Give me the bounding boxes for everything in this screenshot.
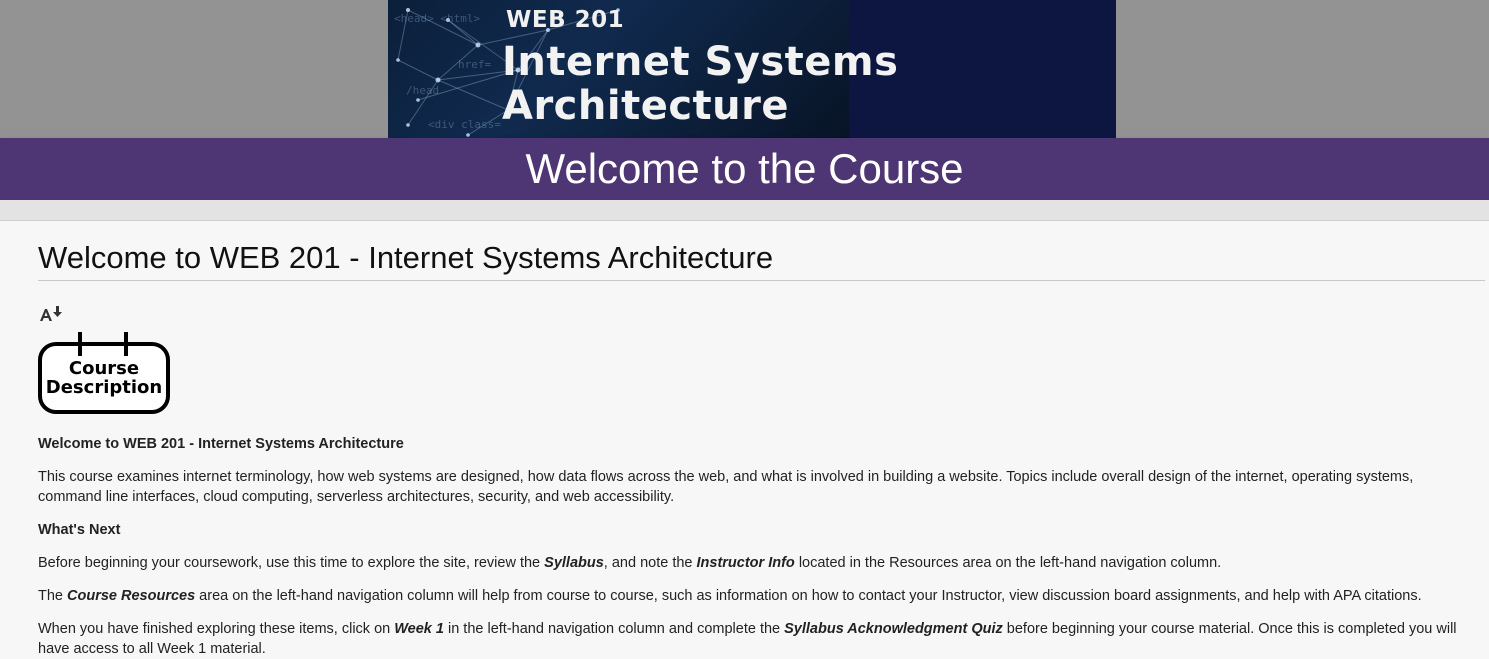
week1-paragraph: When you have finished exploring these i… <box>38 619 1468 659</box>
resources-paragraph: The Course Resources area on the left-ha… <box>38 586 1468 606</box>
banner-course-title: Internet Systems Architecture <box>502 40 898 128</box>
banner-title-line-1: Internet Systems <box>502 39 899 85</box>
badge-line-1: Course <box>69 358 139 379</box>
syllabus-quiz-emphasis: Syllabus Acknowledgment Quiz <box>784 621 1003 637</box>
page-title: Welcome to WEB 201 - Internet Systems Ar… <box>38 240 1485 281</box>
banner-code-decoration: <div class= <box>428 118 501 131</box>
course-resources-emphasis: Course Resources <box>67 588 196 604</box>
alternative-formats-icon[interactable] <box>38 305 64 323</box>
banner-course-code: WEB 201 <box>506 7 625 33</box>
week-1-emphasis: Week 1 <box>394 621 444 637</box>
banner-title-line-2: Architecture <box>502 83 789 129</box>
text-run: The <box>38 588 68 604</box>
banner-code-decoration: href= <box>458 58 492 71</box>
intro-heading: Welcome to WEB 201 - Internet Systems Ar… <box>38 436 404 452</box>
course-description-icon: Course Description <box>38 330 170 416</box>
course-banner: <head> <html> href= /head <div class= WE… <box>388 0 1116 138</box>
welcome-header-bar: Welcome to the Course <box>0 138 1489 200</box>
welcome-heading: Welcome to the Course <box>525 145 964 192</box>
badge-line-2: Description <box>46 377 162 398</box>
banner-code-decoration: <head> <html> <box>394 12 481 25</box>
course-description-body: Welcome to WEB 201 - Internet Systems Ar… <box>38 434 1468 659</box>
whats-next-heading: What's Next <box>38 522 121 538</box>
text-run: When you have finished exploring these i… <box>38 621 395 637</box>
text-run: Before beginning your coursework, use th… <box>38 555 545 571</box>
text-run: , and note the <box>603 555 697 571</box>
header-divider <box>0 200 1489 221</box>
main-content: Welcome to WEB 201 - Internet Systems Ar… <box>38 222 1485 659</box>
syllabus-emphasis: Syllabus <box>544 555 604 571</box>
text-run: area on the left-hand navigation column … <box>195 588 1422 604</box>
explore-paragraph: Before beginning your coursework, use th… <box>38 553 1468 573</box>
text-run: in the left-hand navigation column and c… <box>443 621 785 637</box>
instructor-info-emphasis: Instructor Info <box>696 555 795 571</box>
text-run: located in the Resources area on the lef… <box>794 555 1222 571</box>
banner-code-decoration: /head <box>406 84 440 97</box>
intro-paragraph: This course examines internet terminolog… <box>38 469 1414 505</box>
